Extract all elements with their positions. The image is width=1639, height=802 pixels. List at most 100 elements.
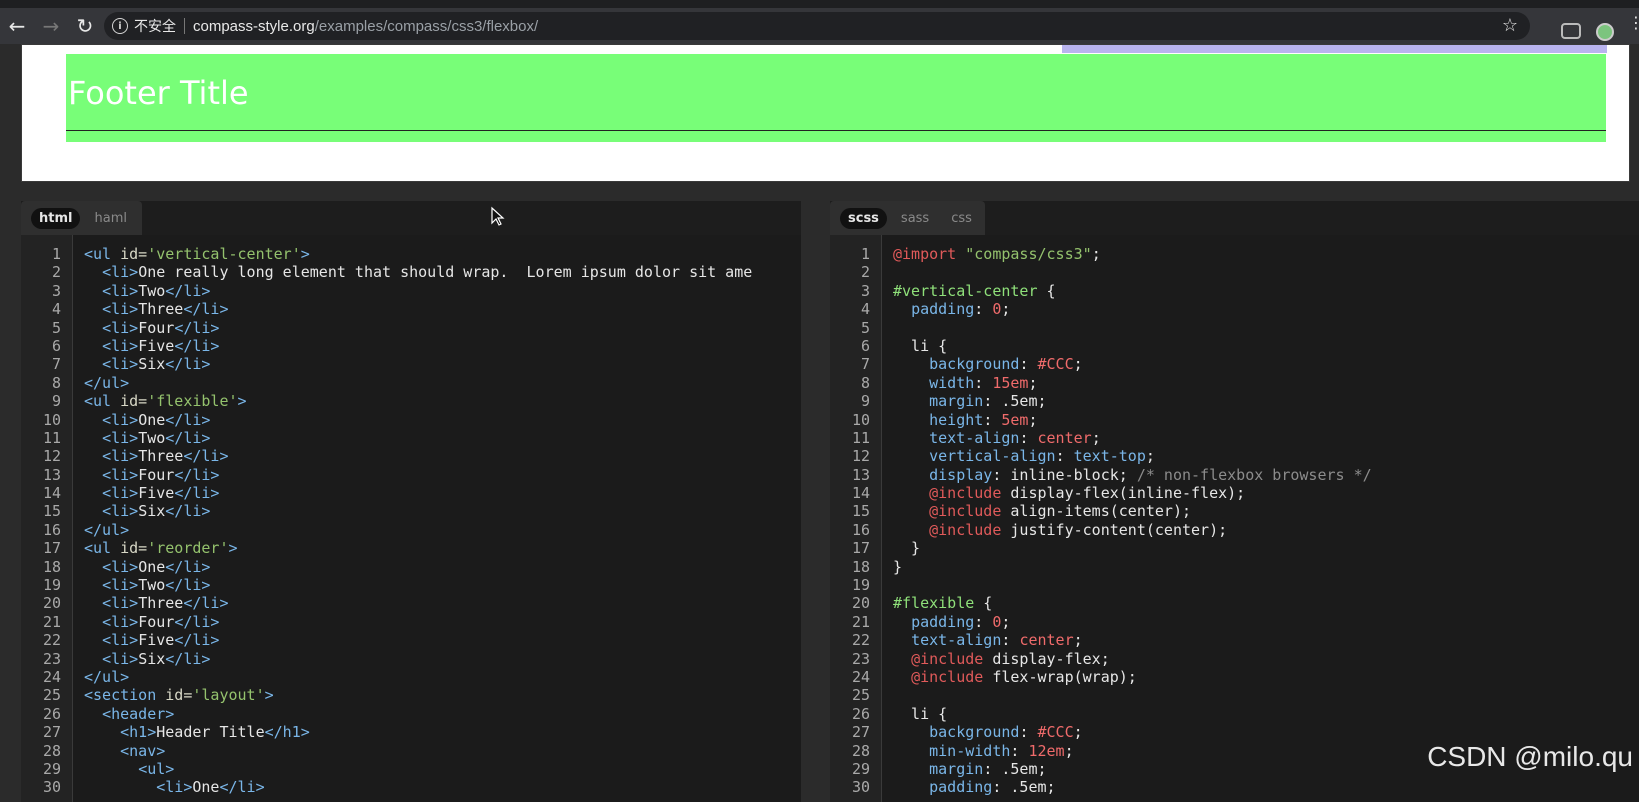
code-line[interactable]: 15 <li>Six</li> — [21, 502, 801, 520]
code-line[interactable]: 18} — [830, 558, 1639, 576]
line-number: 4 — [860, 300, 870, 319]
code-line[interactable]: 5 <li>Four</li> — [21, 319, 801, 337]
code-line[interactable]: 13 display: inline-block; /* non-flexbox… — [830, 466, 1639, 484]
line-number: 12 — [851, 447, 870, 466]
code-line[interactable]: 8 </ul> — [21, 374, 801, 392]
code-line[interactable]: 18 <li>One</li> — [21, 558, 801, 576]
code-line[interactable]: 3 #vertical-center { — [830, 282, 1639, 300]
url-path[interactable]: /examples/compass/css3/flexbox/ — [315, 18, 538, 35]
code-line[interactable]: 9 margin: .5em; — [830, 392, 1639, 410]
code-line[interactable]: 1 @import "compass/css3"; — [830, 245, 1639, 263]
code-line[interactable]: 20 <li>Three</li> — [21, 594, 801, 612]
code-line[interactable]: 9 <ul id='flexible'> — [21, 392, 801, 410]
code-token: <ul — [84, 245, 121, 263]
security-label[interactable]: 不安全 — [134, 16, 176, 36]
code-line[interactable]: 26 li { — [830, 705, 1639, 723]
line-number: 8 — [51, 373, 61, 392]
code-text: <li>Three</li> — [84, 594, 228, 613]
code-line[interactable]: 4 padding: 0; — [830, 300, 1639, 318]
code-line[interactable]: 4 <li>Three</li> — [21, 300, 801, 318]
tab-css[interactable]: css — [943, 208, 980, 229]
code-line[interactable]: 8 width: 15em; — [830, 374, 1639, 392]
code-line[interactable]: 5 — [830, 319, 1639, 337]
code-line[interactable]: 19 <li>Two</li> — [21, 576, 801, 594]
tab-haml[interactable]: haml — [86, 208, 134, 229]
code-line[interactable]: 10 height: 5em; — [830, 411, 1639, 429]
code-line[interactable]: 12 vertical-align: text-top; — [830, 447, 1639, 465]
html-code-editor[interactable]: 1 <ul id='vertical-center'> 2 <li>One real… — [21, 235, 801, 802]
code-line[interactable]: 11 <li>Two</li> — [21, 429, 801, 447]
code-line[interactable]: 2 — [830, 263, 1639, 281]
code-line[interactable]: 27 <h1>Header Title</h1> — [21, 723, 801, 741]
code-line[interactable]: 7 <li>Six</li> — [21, 355, 801, 373]
line-number: 16 — [851, 520, 870, 539]
code-line[interactable]: 1 <ul id='vertical-center'> — [21, 245, 801, 263]
line-number: 25 — [851, 686, 870, 705]
code-line[interactable]: 3 <li>Two</li> — [21, 282, 801, 300]
code-line[interactable]: 17 } — [830, 539, 1639, 557]
code-line[interactable]: 30 padding: .5em; — [830, 778, 1639, 796]
code-line[interactable]: 16 </ul> — [21, 521, 801, 539]
code-token: text-align — [911, 631, 1002, 650]
code-line[interactable]: 16 @include justify-content(center); — [830, 521, 1639, 539]
more-menu-icon[interactable]: ⋮ — [1628, 15, 1639, 31]
scss-code-editor[interactable]: 1 @import "compass/css3"; 2 3 #vertical-cent… — [830, 235, 1639, 802]
code-line[interactable]: 11 text-align: center; — [830, 429, 1639, 447]
back-arrow-icon[interactable]: ← — [0, 8, 34, 44]
address-bar[interactable]: i 不安全 compass-style.org/examples/compass… — [104, 12, 1530, 40]
code-line[interactable]: 29 <ul> — [21, 760, 801, 778]
code-line[interactable]: 24 @include flex-wrap(wrap); — [830, 668, 1639, 686]
code-line[interactable]: 28 <nav> — [21, 742, 801, 760]
tab-scss[interactable]: scss — [840, 207, 887, 229]
code-line[interactable]: 27 background: #CCC; — [830, 723, 1639, 741]
bookmark-star-icon[interactable]: ☆ — [1502, 15, 1518, 36]
profile-avatar[interactable] — [1596, 23, 1614, 41]
tab-html[interactable]: html — [31, 207, 81, 229]
line-number: 7 — [51, 355, 61, 374]
forward-arrow-icon[interactable]: → — [34, 8, 68, 44]
code-line[interactable]: 14 <li>Five</li> — [21, 484, 801, 502]
url-host[interactable]: compass-style.org — [193, 18, 315, 35]
code-line[interactable]: 25 — [830, 686, 1639, 704]
code-line[interactable]: 17 <ul id='reorder'> — [21, 539, 801, 557]
extension-icon[interactable] — [1561, 23, 1581, 39]
code-line[interactable]: 22 <li>Five</li> — [21, 631, 801, 649]
code-line[interactable]: 26 <header> — [21, 705, 801, 723]
code-token: <ul> — [138, 759, 175, 778]
code-line[interactable]: 22 text-align: center; — [830, 631, 1639, 649]
html-tab-bar: html haml — [21, 201, 142, 235]
code-text: text-align: center; — [893, 429, 1101, 447]
code-token: </ul> — [84, 373, 130, 392]
code-line[interactable]: 2 <li>One really long element that shoul… — [21, 263, 801, 281]
code-line[interactable]: 20 #flexible { — [830, 594, 1639, 612]
info-icon[interactable]: i — [112, 18, 128, 34]
code-line[interactable]: 24 </ul> — [21, 668, 801, 686]
code-line[interactable]: 30 <li>One</li> — [21, 778, 801, 796]
code-line[interactable]: 21 padding: 0; — [830, 613, 1639, 631]
code-token: ; — [1145, 447, 1155, 466]
code-text: <h1>Header Title</h1> — [84, 723, 310, 741]
code-line[interactable]: 12 <li>Three</li> — [21, 447, 801, 465]
code-line[interactable]: 19 — [830, 576, 1639, 594]
code-line[interactable]: 6 <li>Five</li> — [21, 337, 801, 355]
code-line[interactable]: 14 @include display-flex(inline-flex); — [830, 484, 1639, 502]
code-line[interactable]: 23 <li>Six</li> — [21, 650, 801, 668]
code-line[interactable]: 13 <li>Four</li> — [21, 466, 801, 484]
code-token: Three — [138, 594, 184, 613]
line-number: 27 — [42, 723, 61, 742]
code-token: </li> — [165, 576, 211, 595]
tab-sass[interactable]: sass — [893, 208, 937, 229]
code-token: ; — [1073, 355, 1083, 374]
code-line[interactable]: 10 <li>One</li> — [21, 411, 801, 429]
line-number: 7 — [860, 355, 870, 374]
code-line[interactable]: 25 <section id='layout'> — [21, 686, 801, 704]
code-line[interactable]: 15 @include align-items(center); — [830, 502, 1639, 520]
code-line[interactable]: 23 @include display-flex; — [830, 650, 1639, 668]
code-line[interactable]: 6 li { — [830, 337, 1639, 355]
code-line[interactable]: 7 background: #CCC; — [830, 355, 1639, 373]
reload-icon[interactable]: ↻ — [68, 8, 102, 44]
code-line[interactable]: 21 <li>Four</li> — [21, 613, 801, 631]
code-token: flex-wrap(wrap); — [983, 667, 1137, 686]
